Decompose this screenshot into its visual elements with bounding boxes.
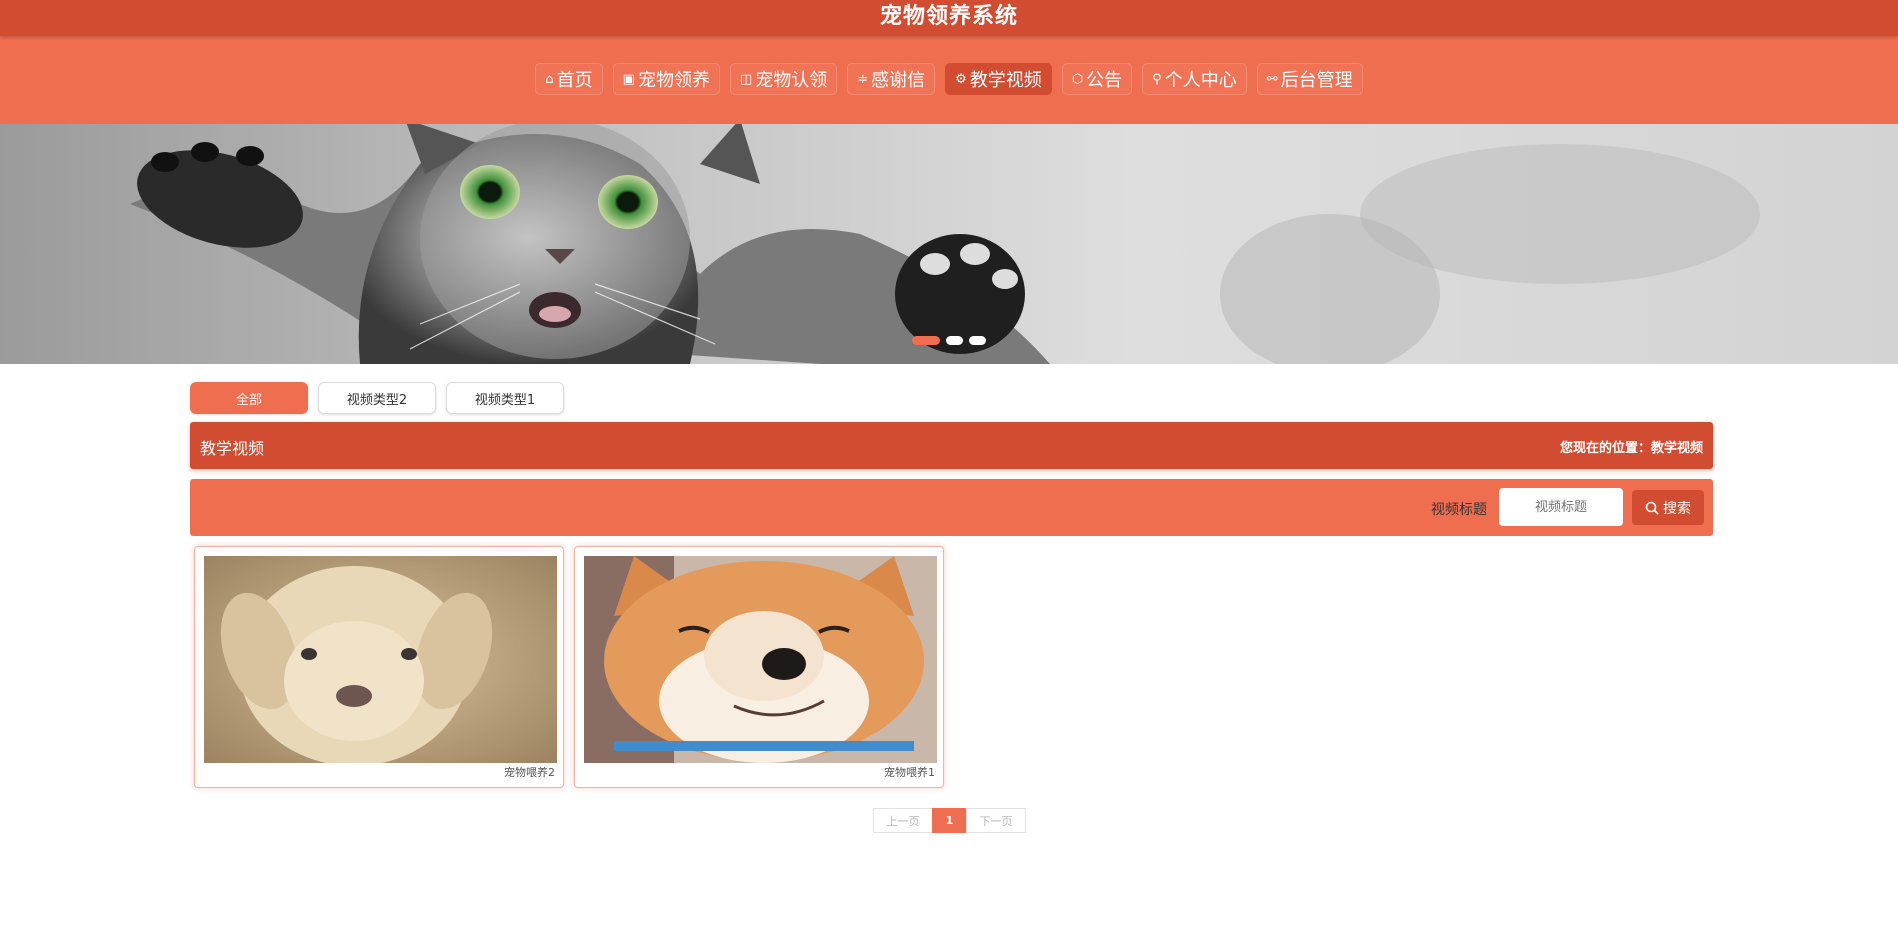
page-number-current[interactable]: 1 [932, 808, 967, 833]
nav-item-label: 宠物领养 [637, 70, 710, 91]
shiba-photo [584, 556, 937, 763]
gift-icon: ▣ [622, 71, 635, 87]
video-card[interactable]: 宠物喂养2 [194, 546, 564, 788]
banner-carousel[interactable] [0, 124, 1898, 364]
main-nav: ⌂ 首页 ▣ 宠物领养 ◫ 宠物认领 ≑ 感谢信 ⚙ 教学视频 ⬡ 公告 ⚲ 个人中心 ⚯ 后台管理 [0, 63, 1898, 95]
box-icon: ⬡ [1071, 71, 1084, 87]
carousel-dot[interactable] [969, 336, 986, 345]
carousel-dot[interactable] [912, 336, 940, 345]
nav-item-label: 首页 [556, 70, 593, 91]
nav-item-7[interactable]: ⚯ 后台管理 [1256, 63, 1363, 95]
category-tab[interactable]: 视频类型2 [318, 382, 436, 414]
carousel-indicators [912, 336, 986, 345]
nav-item-4[interactable]: ⚙ 教学视频 [945, 63, 1052, 95]
nav-item-label: 公告 [1086, 70, 1123, 91]
section-header: 教学视频 您现在的位置：教学视频 [190, 422, 1713, 469]
banner-image [130, 124, 1760, 364]
search-label: 视频标题 [1431, 502, 1487, 518]
video-card[interactable]: 宠物喂养1 [574, 546, 944, 788]
user-icon: ⚲ [1152, 71, 1162, 87]
pagination: 上一页 1 下一页 [873, 808, 1026, 833]
section-title: 教学视频 [200, 439, 265, 458]
video-caption: 宠物喂养2 [504, 766, 555, 779]
video-caption: 宠物喂养1 [884, 766, 935, 779]
search-input[interactable] [1499, 488, 1623, 526]
nav-item-label: 宠物认领 [755, 70, 828, 91]
nav-item-label: 感谢信 [871, 70, 926, 91]
search-button-label: 搜索 [1663, 500, 1691, 517]
category-tab[interactable]: 全部 [190, 382, 308, 414]
title-bar: 宠物领养系统 [0, 0, 1898, 36]
nav-item-label: 个人中心 [1164, 70, 1237, 91]
carousel-dot[interactable] [946, 336, 963, 345]
nav-item-2[interactable]: ◫ 宠物认领 [729, 63, 838, 95]
nav-item-0[interactable]: ⌂ 首页 [535, 63, 603, 95]
category-tab[interactable]: 视频类型1 [446, 382, 564, 414]
note-icon: ◫ [739, 71, 753, 87]
video-thumbnail [584, 556, 937, 763]
nav-item-1[interactable]: ▣ 宠物领养 [612, 63, 720, 95]
category-tabs: 全部 视频类型2 视频类型1 [190, 382, 564, 414]
nav-item-label: 教学视频 [969, 70, 1042, 91]
search-button[interactable]: 搜索 [1632, 490, 1704, 525]
search-icon [1645, 501, 1659, 515]
link-icon: ⚯ [1266, 71, 1278, 87]
video-thumbnail [204, 556, 557, 763]
nav-item-label: 后台管理 [1280, 70, 1353, 91]
puppy-photo [204, 556, 557, 763]
home-icon: ⌂ [545, 71, 554, 87]
nav-item-3[interactable]: ≑ 感谢信 [847, 63, 936, 95]
nav-item-5[interactable]: ⬡ 公告 [1061, 63, 1133, 95]
gear-icon: ⚙ [955, 71, 967, 87]
nav-item-6[interactable]: ⚲ 个人中心 [1142, 63, 1247, 95]
next-page-button[interactable]: 下一页 [966, 808, 1026, 833]
sliders-icon: ≑ [857, 71, 869, 87]
breadcrumb: 您现在的位置：教学视频 [1559, 441, 1703, 456]
nav-bar: ⌂ 首页 ▣ 宠物领养 ◫ 宠物认领 ≑ 感谢信 ⚙ 教学视频 ⬡ 公告 ⚲ 个人中心 ⚯ 后台管理 [0, 36, 1898, 124]
prev-page-button[interactable]: 上一页 [873, 808, 933, 833]
site-title: 宠物领养系统 [879, 4, 1018, 29]
search-bar: 视频标题 搜索 [190, 479, 1713, 536]
